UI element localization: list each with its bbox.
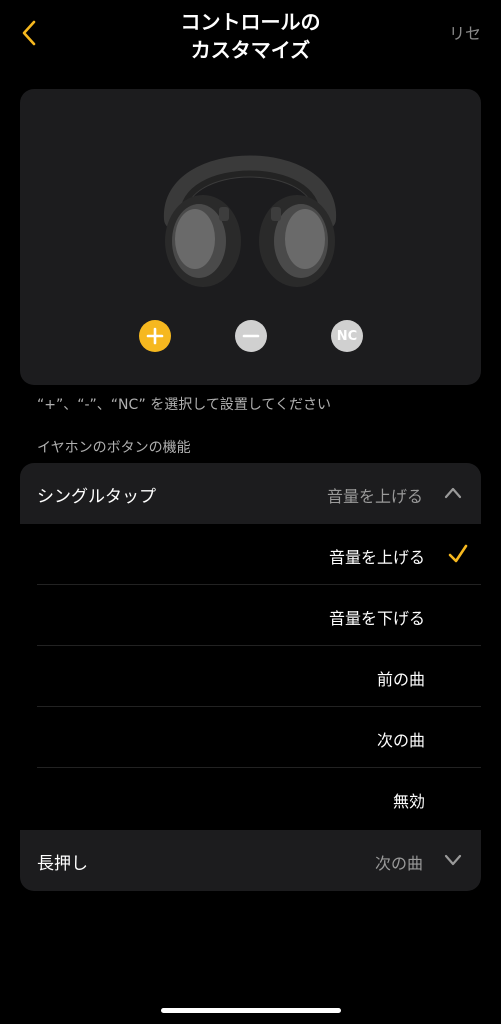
option-volume-up[interactable]: 音量を上げる (37, 524, 481, 585)
option-label: 次の曲 (376, 731, 425, 750)
home-indicator[interactable] (161, 1008, 341, 1013)
single-tap-label: シングルタップ (37, 487, 156, 507)
option-volume-down[interactable]: 音量を下げる (37, 585, 481, 646)
long-press-value: 次の曲 (374, 854, 423, 873)
plus-icon (146, 327, 164, 345)
minus-icon (242, 334, 260, 338)
option-label: 音量を上げる (328, 548, 425, 567)
long-press-label: 長押し (37, 854, 88, 874)
option-label: 前の曲 (376, 670, 425, 689)
reset-button[interactable]: リセ (449, 20, 481, 44)
button-function-group: シングルタップ 音量を上げる 音量を上げる 音量を下げる 前の曲 次の曲 無効 … (20, 463, 481, 891)
option-next-track[interactable]: 次の曲 (37, 707, 481, 768)
option-disabled[interactable]: 無効 (37, 768, 481, 829)
single-tap-row[interactable]: シングルタップ 音量を上げる (20, 463, 481, 524)
option-label: 無効 (392, 792, 425, 811)
option-label: 音量を下げる (328, 609, 425, 628)
page-title-line1: コントロールの (180, 10, 321, 34)
option-previous-track[interactable]: 前の曲 (37, 646, 481, 707)
single-tap-options: 音量を上げる 音量を下げる 前の曲 次の曲 無効 (20, 524, 481, 830)
plus-control-button[interactable] (139, 320, 171, 352)
device-card: NC (20, 89, 481, 385)
back-button[interactable] (14, 18, 44, 48)
chevron-up-icon (444, 487, 462, 499)
selection-hint: “+”、“-”、“NC” を選択して設置してください (37, 397, 331, 413)
section-label: イヤホンのボタンの機能 (37, 440, 191, 456)
page-title-line2: カスタマイズ (190, 38, 311, 62)
nc-control-button[interactable]: NC (331, 320, 363, 352)
minus-control-button[interactable] (235, 320, 267, 352)
long-press-row[interactable]: 長押し 次の曲 (20, 830, 481, 891)
page-title: コントロールの カスタマイズ (110, 8, 391, 64)
single-tap-value: 音量を上げる (326, 487, 423, 506)
nav-header: コントロールの カスタマイズ リセ (0, 0, 501, 80)
chevron-down-icon (444, 854, 462, 866)
checkmark-icon (448, 544, 468, 563)
headphones-image (164, 155, 336, 287)
chevron-left-icon (22, 20, 36, 46)
